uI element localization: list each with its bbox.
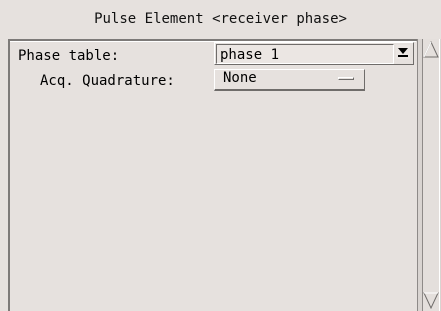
phase-table-combo[interactable]: phase 1 xyxy=(214,42,414,65)
phase-table-label: Phase table: xyxy=(18,48,120,64)
dropdown-arrow-icon[interactable] xyxy=(396,45,410,59)
option-menu-indicator-icon xyxy=(338,77,354,80)
acq-quadrature-option-menu[interactable]: None xyxy=(214,69,365,91)
scrollbar-trough[interactable] xyxy=(422,39,440,311)
window-title: Pulse Element <receiver phase> xyxy=(94,11,347,27)
phase-table-input[interactable]: phase 1 xyxy=(216,44,394,64)
acq-quadrature-label: Acq. Quadrature: xyxy=(40,73,175,89)
arrow-up-icon[interactable] xyxy=(423,41,439,59)
acq-quadrature-value: None xyxy=(223,70,257,86)
vertical-scrollbar[interactable] xyxy=(417,39,441,311)
arrow-down-icon[interactable] xyxy=(423,291,439,309)
